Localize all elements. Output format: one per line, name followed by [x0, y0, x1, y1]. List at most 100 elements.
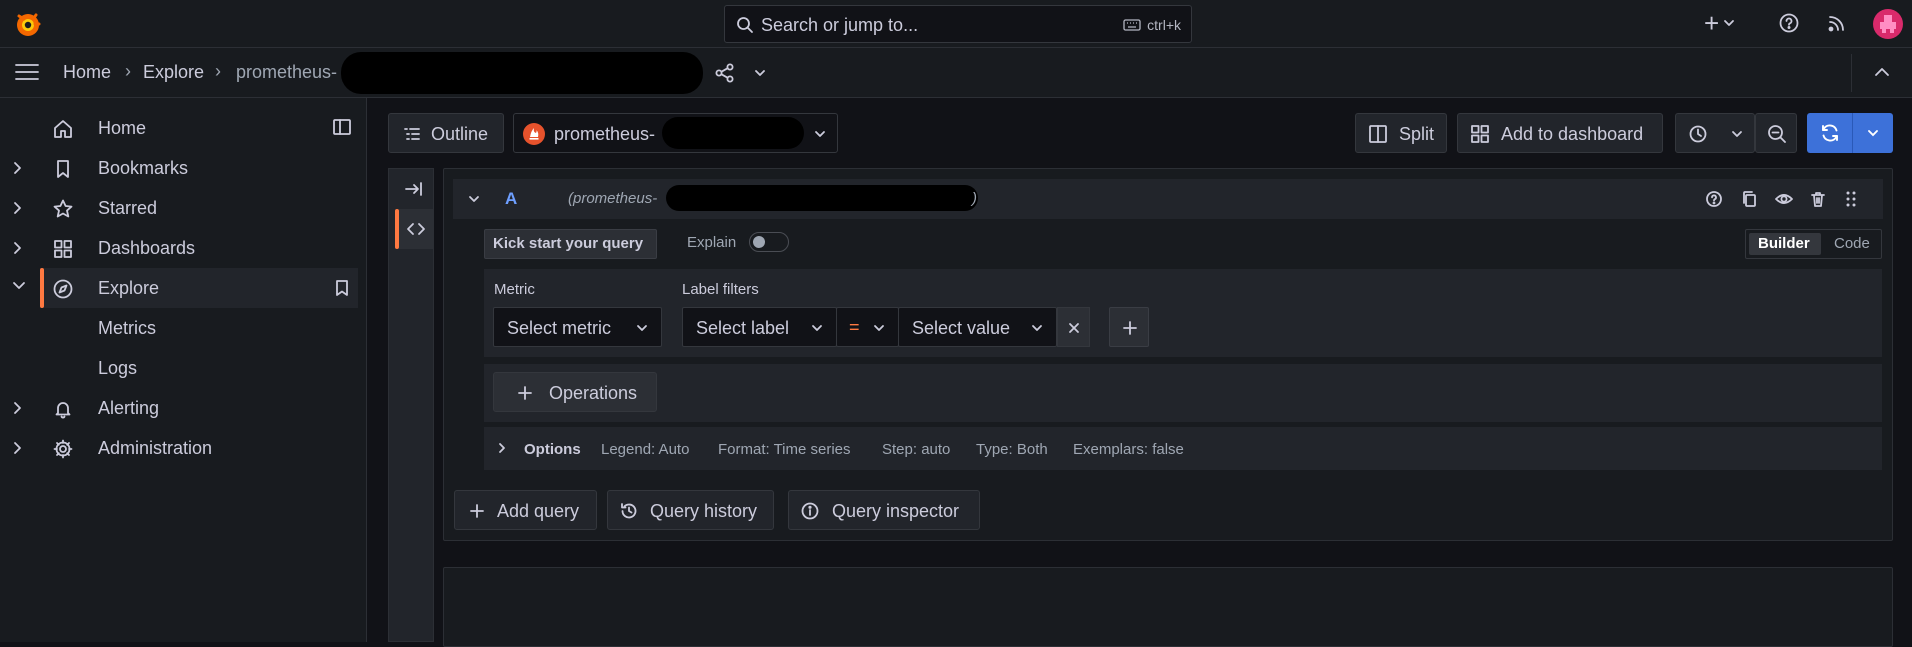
- operator-value: =: [849, 317, 860, 337]
- chevron-down-icon[interactable]: [468, 195, 480, 203]
- value-select[interactable]: Select value: [898, 307, 1057, 347]
- sidebar-item-label: Alerting: [98, 398, 160, 418]
- add-filter-button[interactable]: [1109, 307, 1149, 347]
- cog-icon: [52, 438, 74, 460]
- chevron-right-icon[interactable]: [12, 201, 22, 215]
- label-select[interactable]: Select label: [682, 307, 837, 347]
- query-rail-item[interactable]: [399, 209, 433, 249]
- add-query-label: Add query: [497, 501, 580, 521]
- add-to-dashboard-label: Add to dashboard: [1501, 124, 1644, 144]
- chevron-down-icon: [1724, 20, 1735, 26]
- sidebar-item-bookmarks[interactable]: Bookmarks: [0, 148, 360, 188]
- operator-select[interactable]: =: [836, 307, 899, 347]
- options-step: Step: auto: [882, 441, 951, 458]
- chevron-right-icon[interactable]: [12, 401, 22, 415]
- sidebar-item-explore[interactable]: Explore: [40, 268, 358, 308]
- sidebar-item-home[interactable]: Home: [0, 108, 360, 148]
- news-feed-icon[interactable]: [1826, 12, 1848, 34]
- chevron-down-icon[interactable]: [12, 281, 26, 291]
- sidebar-item-label: Bookmarks: [98, 158, 189, 178]
- collapse-header-icon[interactable]: [1874, 67, 1890, 77]
- search-placeholder: Search or jump to...: [761, 15, 919, 35]
- top-bar: Search or jump to... ctrl+k +: [0, 0, 1912, 48]
- chevron-down-icon: [814, 130, 826, 138]
- active-indicator: [40, 268, 44, 308]
- trash-icon[interactable]: [1809, 190, 1827, 208]
- plus-icon: [517, 385, 533, 401]
- explain-toggle[interactable]: [749, 232, 789, 252]
- sidebar-item-starred[interactable]: Starred: [0, 188, 360, 228]
- remove-filter-button[interactable]: [1057, 307, 1090, 347]
- prometheus-icon: [523, 123, 545, 145]
- chevron-down-icon[interactable]: [1867, 129, 1879, 137]
- query-history-button[interactable]: Query history: [607, 490, 774, 530]
- eye-icon[interactable]: [1774, 190, 1794, 208]
- metric-placeholder: Select metric: [507, 318, 612, 338]
- help-icon[interactable]: [1705, 190, 1723, 208]
- time-range-picker[interactable]: [1675, 113, 1755, 153]
- copy-icon[interactable]: [1740, 190, 1758, 208]
- add-to-dashboard-button[interactable]: Add to dashboard: [1457, 113, 1663, 153]
- drag-handle-icon[interactable]: [1844, 190, 1858, 208]
- sidebar-item-dashboards[interactable]: Dashboards: [0, 228, 360, 268]
- search-icon: [736, 16, 754, 34]
- user-avatar[interactable]: [1873, 9, 1903, 39]
- sidebar: Home Bookmarks Starred Dashboards Explor…: [0, 98, 367, 642]
- sidebar-item-label: Administration: [98, 438, 213, 458]
- redaction-mark: [341, 52, 703, 94]
- datasource-picker[interactable]: prometheus-: [513, 113, 838, 153]
- breadcrumb-separator: ›: [215, 61, 221, 81]
- outline-label: Outline: [431, 124, 489, 144]
- grafana-logo-icon[interactable]: [14, 10, 42, 38]
- avatar-icon: [1880, 15, 1896, 33]
- chevron-right-icon: [498, 442, 506, 454]
- datasource-label: prometheus-: [554, 124, 656, 144]
- options-type: Type: Both: [976, 441, 1048, 458]
- outline-button[interactable]: Outline: [388, 113, 504, 153]
- breadcrumb-datasource: prometheus-: [236, 62, 338, 82]
- run-query-button[interactable]: [1807, 113, 1893, 153]
- split-label: Split: [1399, 124, 1435, 144]
- share-icon[interactable]: [714, 62, 736, 84]
- metric-select[interactable]: Select metric: [493, 307, 662, 347]
- zoom-out-button[interactable]: [1755, 113, 1797, 153]
- split-button[interactable]: Split: [1355, 113, 1447, 153]
- search-input[interactable]: Search or jump to... ctrl+k: [724, 5, 1192, 43]
- label-placeholder: Select label: [696, 318, 790, 338]
- options-title: Options: [524, 441, 581, 458]
- chevron-right-icon[interactable]: [12, 161, 22, 175]
- operations-button[interactable]: Operations: [493, 372, 657, 412]
- query-ref-id[interactable]: A: [505, 189, 517, 209]
- kick-start-button[interactable]: Kick start your query: [484, 229, 657, 259]
- help-icon[interactable]: [1778, 12, 1800, 34]
- add-query-button[interactable]: Add query: [454, 490, 597, 530]
- tab-code[interactable]: Code: [1826, 233, 1878, 255]
- search-shortcut-text: ctrl+k: [1147, 17, 1181, 33]
- tab-builder[interactable]: Builder: [1749, 233, 1821, 255]
- divider: [1851, 54, 1852, 92]
- sidebar-item-alerting[interactable]: Alerting: [0, 388, 360, 428]
- sidebar-item-metrics[interactable]: Metrics: [0, 308, 360, 348]
- collapse-outline-icon[interactable]: [403, 181, 423, 197]
- options-format: Format: Time series: [718, 441, 851, 458]
- dock-menu-icon[interactable]: [332, 118, 352, 136]
- breadcrumb-explore[interactable]: Explore: [143, 62, 204, 83]
- share-chevron-icon[interactable]: [754, 69, 766, 77]
- bookmark-add-icon[interactable]: [334, 279, 350, 297]
- chevron-right-icon[interactable]: [12, 441, 22, 455]
- clock-icon: [1688, 124, 1708, 144]
- kick-start-label: Kick start your query: [493, 235, 644, 252]
- menu-icon[interactable]: [14, 62, 40, 82]
- sidebar-item-label: Metrics: [98, 318, 156, 338]
- operations-label: Operations: [549, 383, 638, 403]
- sidebar-item-administration[interactable]: Administration: [0, 428, 360, 468]
- keyboard-icon: [1123, 19, 1141, 31]
- query-inspector-button[interactable]: Query inspector: [788, 490, 980, 530]
- chevron-right-icon[interactable]: [12, 241, 22, 255]
- new-menu-button[interactable]: +: [1704, 10, 1735, 36]
- sidebar-item-logs[interactable]: Logs: [0, 348, 360, 388]
- explain-label: Explain: [687, 234, 737, 251]
- sidebar-item-label: Dashboards: [98, 238, 196, 258]
- breadcrumb-home[interactable]: Home: [63, 62, 111, 83]
- builder-label: Builder: [1758, 235, 1810, 252]
